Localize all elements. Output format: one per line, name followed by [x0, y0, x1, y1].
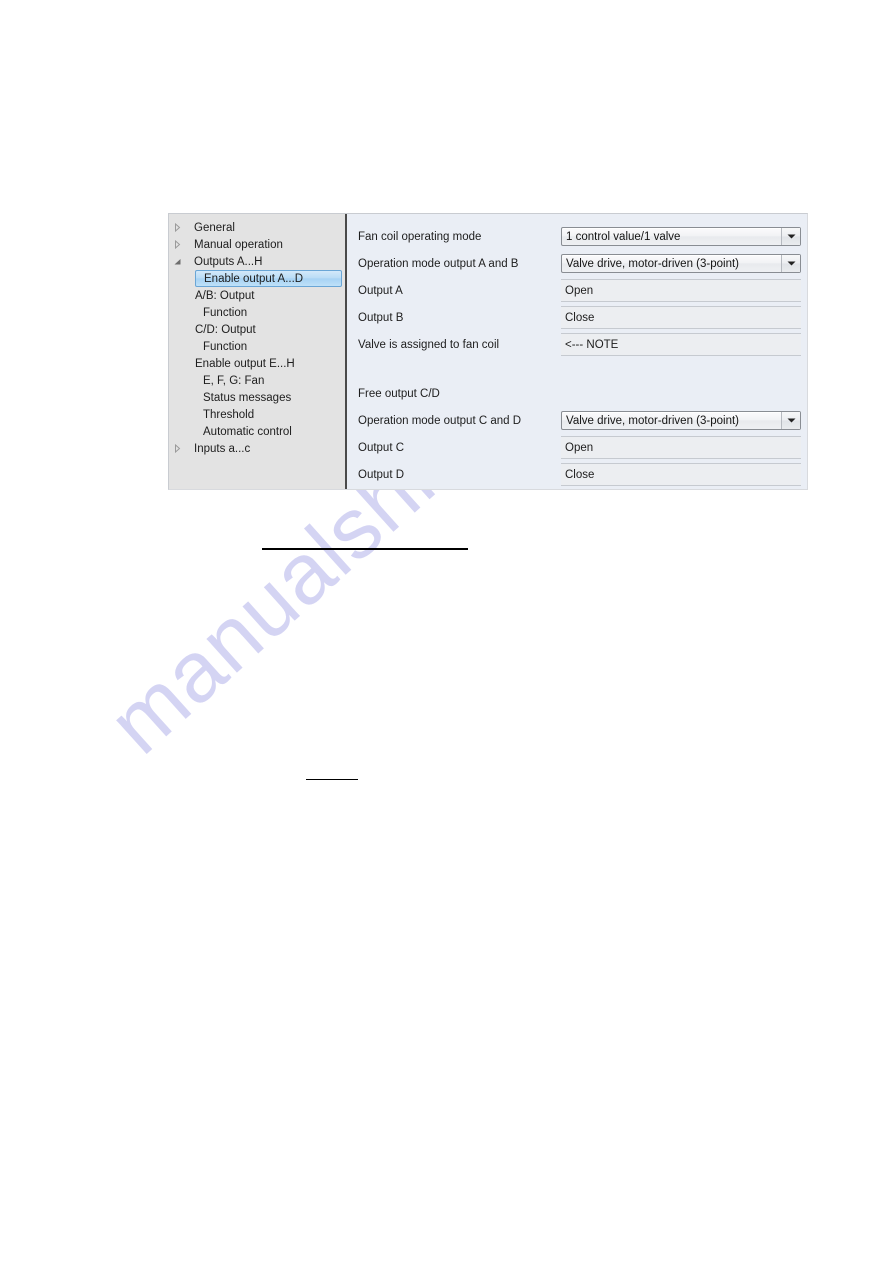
value-output-d: Close [561, 463, 801, 486]
label-operation-mode-ab: Operation mode output A and B [358, 257, 519, 270]
control-operation-mode-ab: Valve drive, motor-driven (3-point) [561, 254, 801, 273]
row-operation-mode-cd: Operation mode output C and D Valve driv… [358, 407, 801, 434]
value-output-b: Close [561, 306, 801, 329]
control-fan-coil-operating-mode: 1 control value/1 valve [561, 227, 801, 246]
tree-item-general[interactable]: General [169, 219, 345, 236]
tree-item-ab-output[interactable]: A/B: Output [169, 287, 345, 304]
tree-item-label: Function [203, 340, 248, 353]
tree-item-enable-output-e-h[interactable]: Enable output E...H [169, 355, 345, 372]
dropdown-operation-mode-cd[interactable]: Valve drive, motor-driven (3-point) [561, 411, 801, 430]
collapsed-triangle-icon[interactable] [169, 236, 185, 253]
row-fan-coil-operating-mode: Fan coil operating mode 1 control value/… [358, 223, 801, 250]
tree-item-manual-operation[interactable]: Manual operation [169, 236, 345, 253]
chevron-down-icon[interactable] [781, 412, 800, 429]
dropdown-value: Valve drive, motor-driven (3-point) [566, 257, 739, 270]
tree-item-label: Outputs A...H [194, 255, 263, 268]
label-output-d: Output D [358, 468, 405, 481]
tree-item-label: A/B: Output [195, 289, 255, 302]
parameter-tree-panel[interactable]: General Manual operation Outputs A...H E… [169, 214, 347, 489]
control-output-c: Open [561, 436, 801, 459]
page-watermark: manualshive.com [0, 0, 893, 1263]
control-operation-mode-cd: Valve drive, motor-driven (3-point) [561, 411, 801, 430]
control-valve-assigned: <--- NOTE [561, 333, 801, 356]
tree-item-function-ab[interactable]: Function [169, 304, 345, 321]
value-valve-assigned-note: <--- NOTE [561, 333, 801, 356]
label-fan-coil-operating-mode: Fan coil operating mode [358, 230, 482, 243]
row-output-b: Output B Close [358, 304, 801, 331]
chevron-down-icon[interactable] [781, 255, 800, 272]
row-valve-assigned: Valve is assigned to fan coil <--- NOTE [358, 331, 801, 358]
tree-item-label: Enable output A...D [204, 272, 304, 285]
row-spacer [358, 358, 801, 380]
tree-item-cd-output[interactable]: C/D: Output [169, 321, 345, 338]
tree-item-label: E, F, G: Fan [203, 374, 265, 387]
label-output-a: Output A [358, 284, 403, 297]
chevron-down-icon[interactable] [781, 228, 800, 245]
expanded-triangle-icon[interactable] [169, 253, 185, 270]
tree-item-label: Inputs a...c [194, 442, 251, 455]
tree-item-label: Threshold [203, 408, 255, 421]
tree-item-label: Automatic control [203, 425, 292, 438]
tree-item-function-cd[interactable]: Function [169, 338, 345, 355]
tree-item-outputs-a-h[interactable]: Outputs A...H [169, 253, 345, 270]
dropdown-value: 1 control value/1 valve [566, 230, 681, 243]
horizontal-rule-upper [262, 548, 468, 550]
control-output-b: Close [561, 306, 801, 329]
tree-item-enable-output-a-d[interactable]: Enable output A...D [195, 270, 342, 287]
value-output-a: Open [561, 279, 801, 302]
tree-item-status-messages[interactable]: Status messages [169, 389, 345, 406]
dropdown-value: Valve drive, motor-driven (3-point) [566, 414, 739, 427]
label-free-output-cd: Free output C/D [358, 387, 440, 400]
label-output-c: Output C [358, 441, 405, 454]
parameter-settings-pane: Fan coil operating mode 1 control value/… [347, 214, 807, 489]
label-operation-mode-cd: Operation mode output C and D [358, 414, 522, 427]
tree-item-label: Function [203, 306, 248, 319]
row-output-a: Output A Open [358, 277, 801, 304]
dropdown-fan-coil-operating-mode[interactable]: 1 control value/1 valve [561, 227, 801, 246]
tree-item-threshold[interactable]: Threshold [169, 406, 345, 423]
value-output-c: Open [561, 436, 801, 459]
tree-item-efg-fan[interactable]: E, F, G: Fan [169, 372, 345, 389]
collapsed-triangle-icon[interactable] [169, 440, 185, 457]
tree-item-label: Status messages [203, 391, 292, 404]
collapsed-triangle-icon[interactable] [169, 219, 185, 236]
control-output-d: Close [561, 463, 801, 486]
tree-item-inputs-a-c[interactable]: Inputs a...c [169, 440, 345, 457]
horizontal-rule-lower [306, 779, 358, 781]
row-free-output-cd: Free output C/D [358, 380, 801, 407]
label-valve-assigned: Valve is assigned to fan coil [358, 338, 500, 351]
row-output-c: Output C Open [358, 434, 801, 461]
control-output-a: Open [561, 279, 801, 302]
tree-item-label: General [194, 221, 235, 234]
dropdown-operation-mode-ab[interactable]: Valve drive, motor-driven (3-point) [561, 254, 801, 273]
row-operation-mode-ab: Operation mode output A and B Valve driv… [358, 250, 801, 277]
label-output-b: Output B [358, 311, 404, 324]
row-output-d: Output D Close [358, 461, 801, 488]
ets-parameter-window: General Manual operation Outputs A...H E… [168, 213, 808, 490]
tree-item-automatic-control[interactable]: Automatic control [169, 423, 345, 440]
tree-item-label: C/D: Output [195, 323, 256, 336]
tree-item-label: Manual operation [194, 238, 283, 251]
tree-item-label: Enable output E...H [195, 357, 295, 370]
